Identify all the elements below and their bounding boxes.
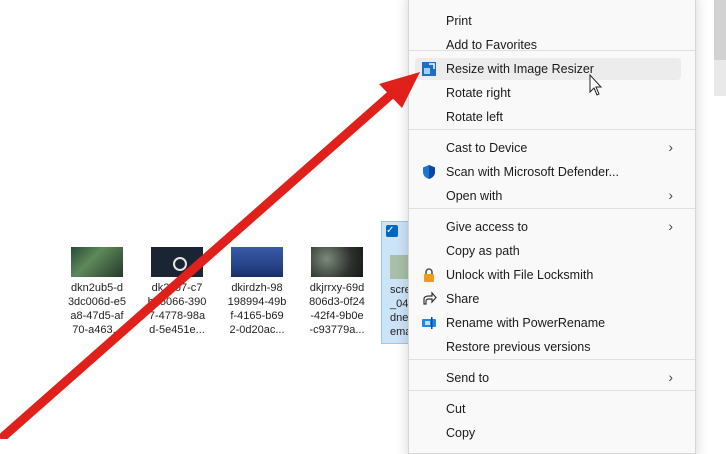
menu-item-label: Copy — [446, 426, 476, 440]
menu-item-rotate-left[interactable]: Rotate left — [415, 106, 681, 128]
menu-item-label: Restore previous versions — [446, 340, 591, 354]
chevron-right-icon: › — [668, 187, 673, 203]
menu-item-label: Send to — [446, 371, 490, 385]
file-thumbnail — [151, 247, 203, 277]
menu-separator — [409, 359, 695, 360]
menu-item-label: Cast to Device — [446, 141, 528, 155]
file-item[interactable]: dkn2ub5-d 3dc006d-e5 a8-47d5-af 70-a463.… — [59, 244, 135, 337]
menu-item-label: Unlock with File Locksmith — [446, 268, 594, 282]
file-name: dkjrrxy-69d 806d3-0f24 -42f4-9b0e -c9377… — [309, 282, 365, 336]
menu-item-unlock-with-file-locksmith[interactable]: Unlock with File Locksmith — [415, 264, 681, 286]
menu-item-label: Scan with Microsoft Defender... — [446, 165, 619, 179]
menu-item-label: Share — [446, 292, 480, 306]
file-name: dk2xo7-c7 be5066-390 7-4778-98a d-5e451e… — [147, 282, 207, 336]
menu-item-add-to-favorites[interactable]: Add to Favorites — [415, 34, 681, 56]
menu-separator — [409, 208, 695, 209]
file-name: dkirdzh-98 198994-49b f-4165-b69 2-0d20a… — [227, 282, 287, 336]
file-item[interactable]: dkjrrxy-69d 806d3-0f24 -42f4-9b0e -c9377… — [299, 244, 375, 337]
menu-item-open-with[interactable]: Open with › — [415, 185, 681, 207]
menu-item-send-to[interactable]: Send to › — [415, 367, 681, 389]
defender-shield-icon — [421, 164, 437, 180]
menu-item-print[interactable]: Print — [415, 10, 681, 32]
menu-item-share[interactable]: Share — [415, 288, 681, 310]
menu-item-copy[interactable]: Copy — [415, 422, 681, 444]
menu-item-label: Rename with PowerRename — [446, 316, 606, 330]
menu-item-label: Resize with Image Resizer — [446, 62, 594, 76]
menu-item-cut[interactable]: Cut — [415, 398, 681, 420]
menu-item-label: Rotate left — [446, 110, 503, 124]
share-icon — [421, 291, 437, 307]
file-thumbnail — [311, 247, 363, 277]
menu-item-restore-previous-versions[interactable]: Restore previous versions — [415, 336, 681, 358]
file-item[interactable]: dk2xo7-c7 be5066-390 7-4778-98a d-5e451e… — [139, 244, 215, 337]
menu-item-label: Copy as path — [446, 244, 520, 258]
menu-item-label: Give access to — [446, 220, 528, 234]
image-resizer-icon — [421, 61, 437, 77]
checkbox-checked-icon[interactable]: ✓ — [386, 225, 398, 237]
menu-item-cast-to-device[interactable]: Cast to Device › — [415, 137, 681, 159]
file-thumbnail — [231, 247, 283, 277]
menu-separator — [409, 50, 695, 51]
file-thumbnail — [71, 247, 123, 277]
file-name: scre _04 dne ema — [390, 284, 409, 338]
file-item[interactable]: dkirdzh-98 198994-49b f-4165-b69 2-0d20a… — [219, 244, 295, 337]
menu-item-scan-with-microsoft-defender[interactable]: Scan with Microsoft Defender... — [415, 161, 681, 183]
menu-item-rename-with-powerrename[interactable]: Rename with PowerRename — [415, 312, 681, 334]
menu-item-resize-with-image-resizer[interactable]: Resize with Image Resizer — [415, 58, 681, 80]
menu-item-label: Open with — [446, 189, 503, 203]
menu-item-label: Rotate right — [446, 86, 511, 100]
context-menu: Print Add to Favorites Resize with Image R… — [408, 0, 696, 454]
lock-icon — [421, 267, 437, 283]
power-rename-icon — [421, 315, 437, 331]
menu-item-copy-as-path[interactable]: Copy as path — [415, 240, 681, 262]
chevron-right-icon: › — [668, 218, 673, 234]
menu-separator — [409, 390, 695, 391]
chevron-right-icon: › — [668, 139, 673, 155]
file-item-selected[interactable]: ✓ scre _04 dne ema — [381, 221, 409, 344]
menu-item-label: Print — [446, 14, 472, 28]
menu-item-label: Cut — [446, 402, 466, 416]
menu-item-rotate-right[interactable]: Rotate right — [415, 82, 681, 104]
menu-separator — [409, 129, 695, 130]
chevron-right-icon: › — [668, 369, 673, 385]
background-window-edge-dark — [714, 0, 726, 60]
file-thumbnail — [390, 255, 408, 279]
file-name: dkn2ub5-d 3dc006d-e5 a8-47d5-af 70-a463.… — [67, 282, 127, 336]
menu-item-give-access-to[interactable]: Give access to › — [415, 216, 681, 238]
